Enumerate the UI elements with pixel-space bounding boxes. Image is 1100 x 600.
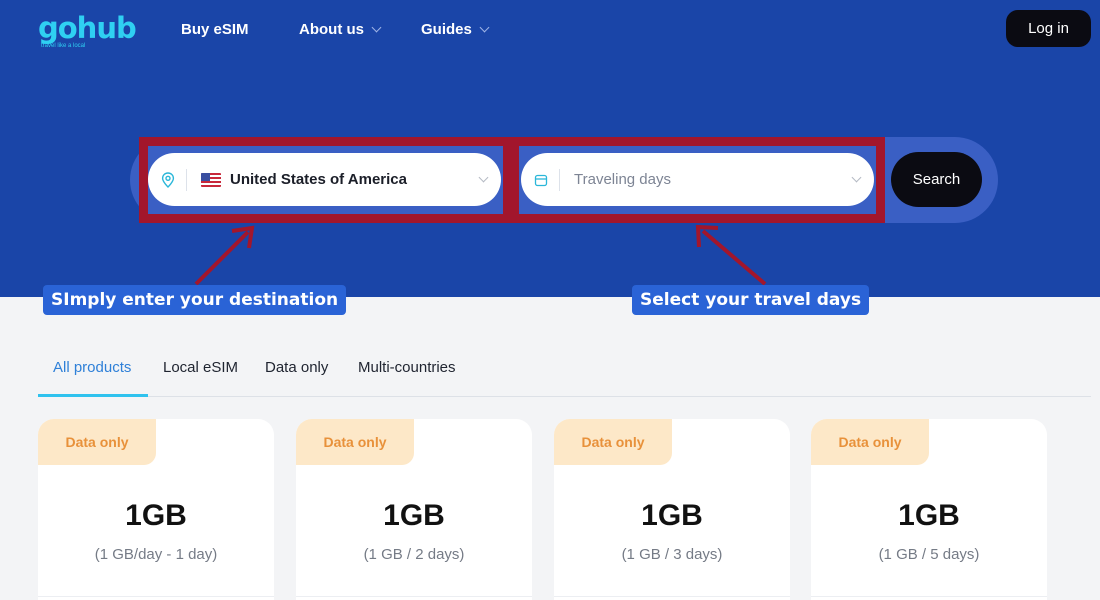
product-data-size: 1GB (641, 499, 703, 532)
search-button[interactable]: Search (891, 152, 982, 207)
tab-all-products[interactable]: All products (53, 359, 131, 376)
logo-wordmark: gohub (38, 11, 137, 45)
field-divider (559, 168, 560, 191)
product-description: (1 GB / 2 days) (363, 546, 465, 563)
nav-about-us[interactable]: About us (299, 19, 382, 39)
product-badge: Data only (38, 419, 156, 465)
product-badge: Data only (296, 419, 414, 465)
active-tab-indicator (38, 394, 148, 397)
location-pin-icon (160, 171, 176, 188)
product-tabs: All products Local eSIM Data only Multi-… (38, 345, 1091, 397)
product-card[interactable]: Data only 1GB (1 GB / 3 days) (554, 419, 790, 600)
travel-days-placeholder: Traveling days (574, 171, 671, 188)
chevron-down-icon[interactable] (478, 172, 489, 183)
login-button[interactable]: Log in (1006, 10, 1091, 47)
tab-multi-countries[interactable]: Multi-countries (358, 359, 456, 376)
product-data-size: 1GB (383, 499, 445, 532)
card-divider (554, 596, 790, 597)
destination-callout: SImply enter your destination (43, 285, 347, 315)
card-divider (38, 596, 274, 597)
nav-buy-esim[interactable]: Buy eSIM (181, 19, 249, 39)
calendar-icon (533, 172, 549, 188)
product-description: (1 GB / 5 days) (878, 546, 980, 563)
nav-buy-esim-label: Buy eSIM (181, 20, 249, 38)
destination-value: United States of America (230, 171, 407, 188)
nav-guides[interactable]: Guides (421, 19, 490, 39)
chevron-down-icon (371, 22, 382, 32)
product-badge: Data only (811, 419, 929, 465)
product-description: (1 GB/day - 1 day) (94, 546, 218, 563)
us-flag-icon (201, 172, 221, 187)
travel-days-callout: Select your travel days (632, 285, 870, 315)
card-divider (811, 596, 1047, 597)
destination-select[interactable]: United States of America (148, 153, 501, 206)
product-card[interactable]: Data only 1GB (1 GB / 2 days) (296, 419, 532, 600)
tab-local-esim[interactable]: Local eSIM (163, 359, 238, 376)
product-card[interactable]: Data only 1GB (1 GB / 5 days) (811, 419, 1047, 600)
chevron-down-icon[interactable] (851, 172, 862, 183)
product-badge: Data only (554, 419, 672, 465)
field-divider (186, 168, 187, 191)
product-data-size: 1GB (125, 499, 187, 532)
chevron-down-icon (479, 22, 490, 32)
tab-data-only[interactable]: Data only (265, 359, 328, 376)
nav-about-us-label: About us (299, 20, 364, 38)
card-divider (296, 596, 532, 597)
travel-days-select[interactable]: Traveling days (521, 153, 874, 206)
nav-guides-label: Guides (421, 20, 472, 38)
product-card[interactable]: Data only 1GB (1 GB/day - 1 day) (38, 419, 274, 600)
product-data-size: 1GB (898, 499, 960, 532)
product-description: (1 GB / 3 days) (621, 546, 723, 563)
gohub-logo[interactable]: gohub travel like a local (38, 11, 137, 50)
